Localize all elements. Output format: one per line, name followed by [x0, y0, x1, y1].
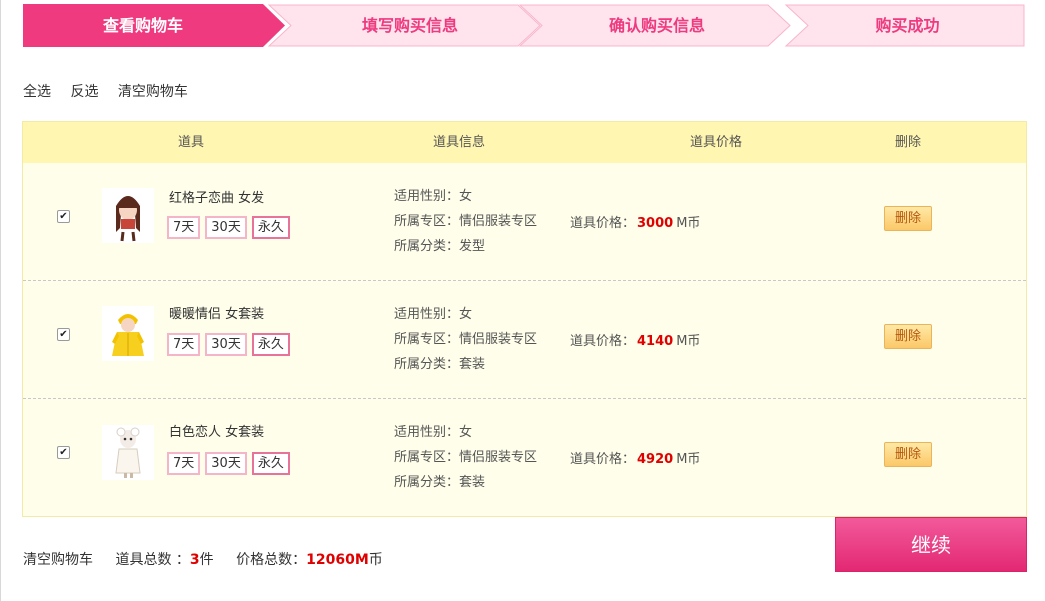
cart-header: 道具 道具信息 道具价格 删除: [23, 122, 1026, 163]
duration-7d[interactable]: 7天: [167, 452, 201, 475]
delete-button[interactable]: 删除: [884, 206, 932, 231]
item-zone: 所属专区：情侣服装专区: [394, 332, 538, 347]
item-name: 暖暖情侣 女套装: [169, 307, 265, 322]
table-row: ✔ 白色恋人 女套装 7天 30天 永久 适用性别：女 所属专区：情侣服装专区 …: [23, 399, 1026, 517]
count-unit: 件: [199, 552, 214, 568]
step-fill-info: 填写购买信息: [361, 16, 458, 35]
duration-permanent[interactable]: 永久: [251, 216, 290, 239]
duration-permanent[interactable]: 永久: [251, 333, 290, 356]
item-info: 适用性别：女 所属专区：情侣服装专区 所属分类：套装: [394, 302, 537, 377]
item-price: 道具价格： 4140 M币: [570, 330, 700, 349]
item-info: 适用性别：女 所属专区：情侣服装专区 所属分类：套装: [394, 420, 537, 495]
invert-selection-link[interactable]: 反选: [70, 84, 98, 100]
price-unit: M币: [676, 452, 701, 467]
item-category: 所属分类：发型: [394, 239, 486, 254]
step-view-cart: 查看购物车: [102, 16, 183, 35]
total-label: 价格总数：: [236, 552, 307, 568]
item-zone: 所属专区：情侣服装专区: [394, 450, 538, 465]
duration-30d[interactable]: 30天: [205, 333, 247, 356]
item-gender: 适用性别：女: [394, 189, 473, 204]
delete-button[interactable]: 删除: [884, 442, 932, 467]
item-name: 白色恋人 女套装: [169, 425, 265, 440]
price-label: 道具价格：: [570, 452, 636, 467]
item-checkbox[interactable]: ✔: [57, 210, 70, 223]
item-gender: 适用性别：女: [394, 307, 473, 322]
header-price: 道具价格: [689, 135, 742, 150]
duration-7d[interactable]: 7天: [167, 216, 201, 239]
count-value: 3: [189, 552, 200, 568]
header-delete: 删除: [894, 135, 921, 150]
price-unit: M币: [676, 334, 701, 349]
step-success: 购买成功: [875, 16, 940, 35]
duration-options: 7天 30天 永久: [167, 452, 290, 475]
duration-7d[interactable]: 7天: [167, 333, 201, 356]
continue-button[interactable]: 继续: [835, 517, 1027, 572]
duration-30d[interactable]: 30天: [205, 452, 247, 475]
clear-cart-link[interactable]: 清空购物车: [118, 84, 188, 100]
table-row: ✔ 红格子恋曲 女发 7天 30天 永久 适用性别：女 所属专区：情侣服装专区 …: [23, 163, 1026, 281]
header-item: 道具: [177, 135, 204, 150]
total-unit: 币: [368, 552, 383, 568]
duration-options: 7天 30天 永久: [167, 333, 290, 356]
checkout-steps: 查看购物车 填写购买信息 确认购买信息 购买成功: [23, 4, 1025, 47]
duration-30d[interactable]: 30天: [205, 216, 247, 239]
item-gender: 适用性别：女: [394, 425, 473, 440]
price-unit: M币: [676, 216, 701, 231]
item-checkbox[interactable]: ✔: [57, 446, 70, 459]
duration-permanent[interactable]: 永久: [251, 452, 290, 475]
item-price: 道具价格： 4920 M币: [570, 448, 700, 467]
delete-button[interactable]: 删除: [884, 324, 932, 349]
item-category: 所属分类：套装: [394, 357, 486, 372]
price-label: 道具价格：: [570, 216, 636, 231]
cart-actions: 全选 反选 清空购物车: [23, 81, 203, 101]
item-category: 所属分类：套装: [394, 475, 486, 490]
item-name: 红格子恋曲 女发: [169, 191, 265, 206]
select-all-link[interactable]: 全选: [23, 84, 51, 100]
price-value: 4920: [637, 452, 674, 467]
yellow-raincoat-icon: [102, 306, 154, 361]
item-price: 道具价格： 3000 M币: [570, 212, 700, 231]
cart-table: 道具 道具信息 道具价格 删除 ✔ 红格子恋曲 女发 7天 30天 永久 适用性…: [22, 121, 1027, 517]
cart-summary: 清空购物车 道具总数 ：3件 价格总数：12060M币: [23, 549, 383, 569]
footer-clear-cart-link[interactable]: 清空购物车: [23, 552, 93, 568]
duration-options: 7天 30天 永久: [167, 216, 290, 239]
item-checkbox[interactable]: ✔: [57, 328, 70, 341]
price-value: 3000: [637, 216, 674, 231]
count-label: 道具总数 ：: [115, 552, 190, 568]
item-info: 适用性别：女 所属专区：情侣服装专区 所属分类：发型: [394, 184, 537, 259]
price-label: 道具价格：: [570, 334, 636, 349]
price-value: 4140: [637, 334, 674, 349]
item-zone: 所属专区：情侣服装专区: [394, 214, 538, 229]
header-info: 道具信息: [432, 135, 485, 150]
left-border: [0, 0, 1, 601]
step-confirm-info: 确认购买信息: [608, 16, 705, 35]
girl-hair-icon: [102, 188, 154, 243]
total-value: 12060M: [306, 552, 369, 568]
table-row: ✔ 暖暖情侣 女套装 7天 30天 永久 适用性别：女 所属专区：情侣服装专区 …: [23, 281, 1026, 399]
white-suit-icon: [102, 425, 154, 480]
